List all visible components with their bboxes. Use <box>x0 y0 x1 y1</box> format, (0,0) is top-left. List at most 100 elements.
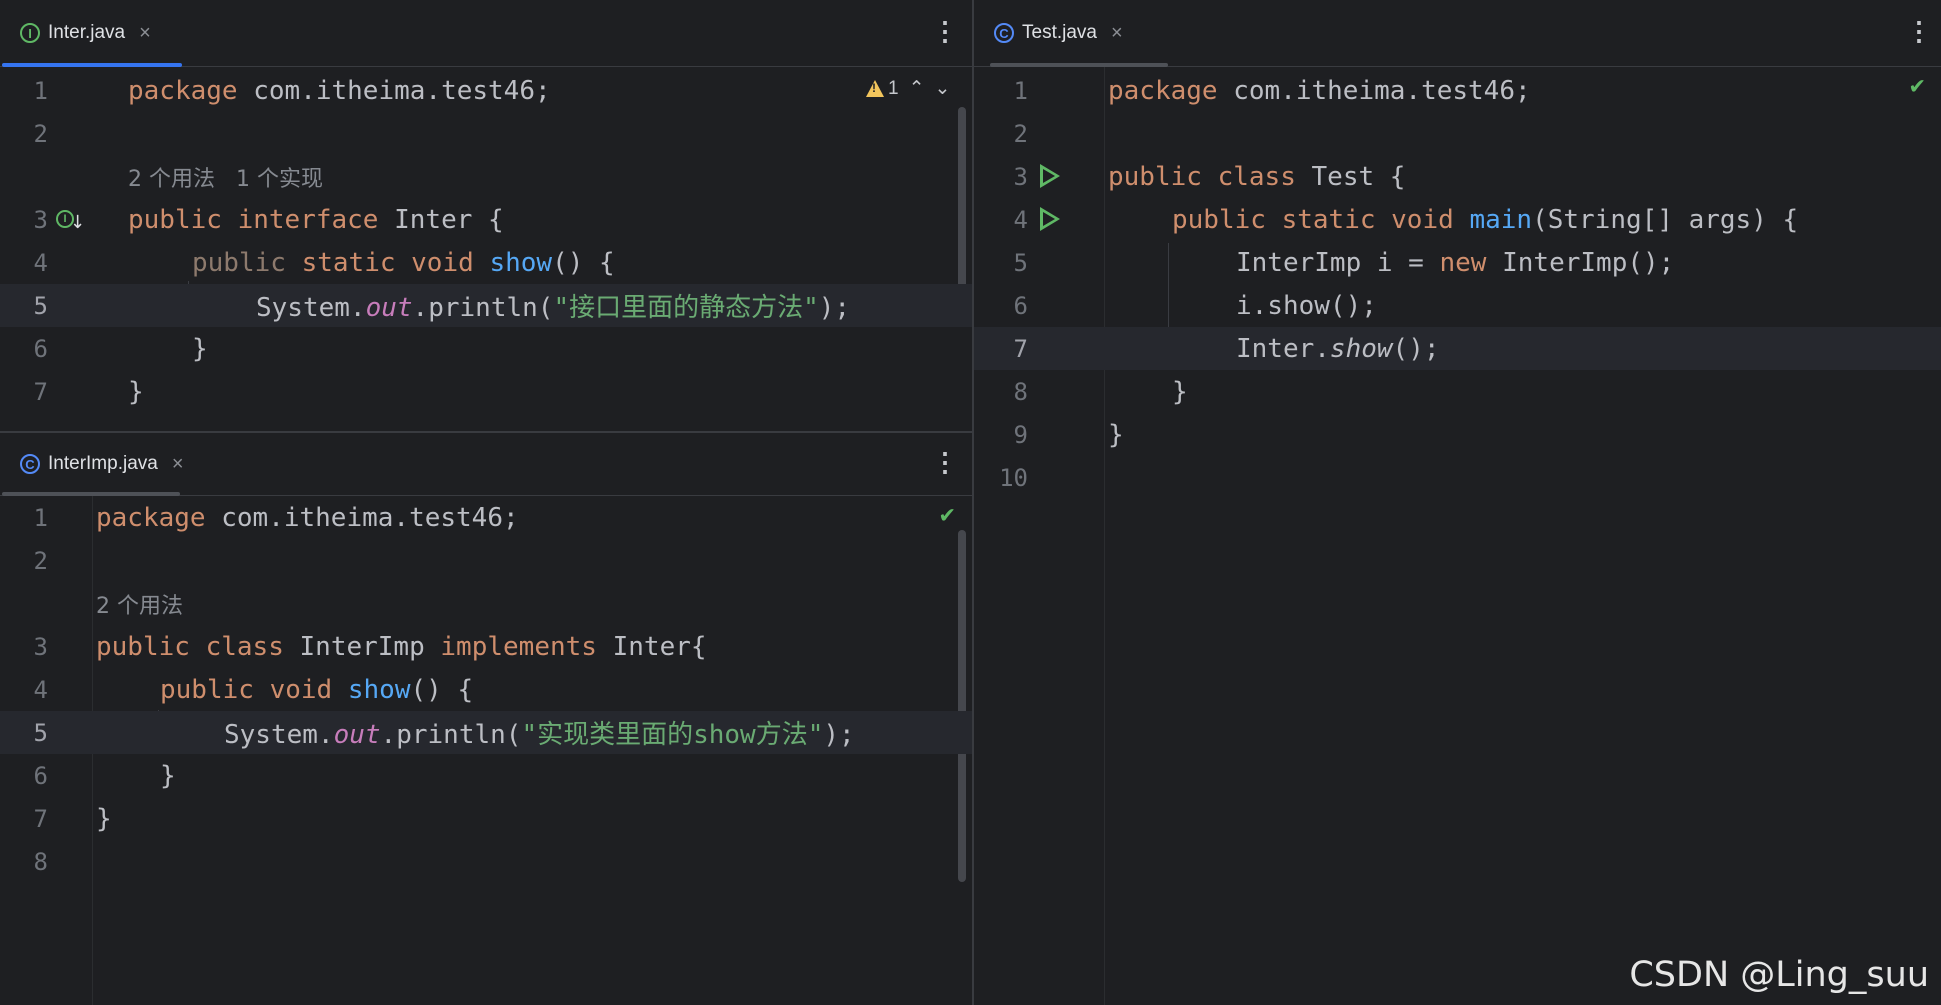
inter-tab-bar: I Inter.java × ⋮ <box>0 0 972 67</box>
code-text: } <box>1172 376 1188 407</box>
code-line: 8 } <box>974 370 1941 413</box>
code-line: 3 public class InterImp implements Inter… <box>0 625 972 668</box>
more-options-icon[interactable]: ⋮ <box>932 449 958 475</box>
code-line-current: 7 Inter.show(); <box>974 327 1941 370</box>
line-number: 2 <box>33 546 48 575</box>
usage-hint-line: 2 个用法 1 个实现 <box>0 155 972 198</box>
line-number: 10 <box>999 463 1028 492</box>
line-number: 2 <box>1013 119 1028 148</box>
class-icon: C <box>20 454 40 474</box>
code-line: 3 I ↓ public interface Inter { <box>0 198 972 241</box>
code-line: 4 public static void show() { <box>0 241 972 284</box>
line-number: 9 <box>1013 420 1028 449</box>
watermark: CSDN @Ling_suu <box>1629 955 1929 995</box>
line-number: 5 <box>33 718 48 747</box>
tab-label: Test.java <box>1022 22 1097 43</box>
run-icon[interactable] <box>1040 164 1060 188</box>
class-icon: C <box>994 23 1014 43</box>
test-editor-pane: C Test.java × ⋮ ✔ 1 package com.itheima.… <box>974 0 1941 1005</box>
code-text: public void show() { <box>160 674 474 705</box>
go-to-implementation-icon[interactable]: ↓ <box>70 212 85 233</box>
line-number: 6 <box>33 761 48 790</box>
more-options-icon[interactable]: ⋮ <box>932 18 958 44</box>
code-text: InterImp i = new InterImp(); <box>1236 247 1675 278</box>
code-text: package com.itheima.test46; <box>128 75 551 106</box>
code-line: 7 } <box>0 370 972 413</box>
run-icon[interactable] <box>1040 207 1060 231</box>
code-text: } <box>1108 419 1124 450</box>
line-number: 1 <box>33 503 48 532</box>
line-number: 7 <box>33 804 48 833</box>
line-number: 3 <box>33 205 48 234</box>
tab-inter-java[interactable]: I Inter.java × <box>0 0 167 66</box>
line-number: 6 <box>33 334 48 363</box>
code-line-current: 5 System.out.println("接口里面的静态方法"); <box>0 284 972 327</box>
tab-interimp-java[interactable]: C InterImp.java × <box>0 433 200 495</box>
code-line: 2 <box>0 112 972 155</box>
code-line: 6 } <box>0 754 972 797</box>
line-number: 6 <box>1013 291 1028 320</box>
code-line: 1 package com.itheima.test46; <box>0 496 972 539</box>
code-text: public interface Inter { <box>128 204 504 235</box>
code-line: 6 } <box>0 327 972 370</box>
code-text: Inter.show(); <box>1236 333 1440 364</box>
usage-hint-line: 2 个用法 <box>0 582 972 625</box>
line-number: 8 <box>33 847 48 876</box>
usage-hint[interactable]: 2 个用法 <box>96 588 183 620</box>
inter-code-area[interactable]: 1 ⌃ ⌄ 1 package com.itheima.test46; 2 2 … <box>0 67 972 431</box>
inter-editor-pane: I Inter.java × ⋮ 1 ⌃ ⌄ 1 package com.ith… <box>0 0 972 431</box>
line-number: 1 <box>33 76 48 105</box>
code-text: public class InterImp implements Inter{ <box>96 631 707 662</box>
close-icon[interactable]: × <box>172 453 184 476</box>
line-number: 1 <box>1013 76 1028 105</box>
tab-test-java[interactable]: C Test.java × <box>974 0 1139 66</box>
test-tab-bar: C Test.java × ⋮ <box>974 0 1941 67</box>
code-line: 6 i.show(); <box>974 284 1941 327</box>
close-icon[interactable]: × <box>1111 22 1123 45</box>
code-line: 9 } <box>974 413 1941 456</box>
interimp-tab-bar: C InterImp.java × ⋮ <box>0 433 972 496</box>
code-text: i.show(); <box>1236 290 1377 321</box>
code-line: 10 <box>974 456 1941 499</box>
line-number: 3 <box>33 632 48 661</box>
line-number: 3 <box>1013 162 1028 191</box>
code-line: 4 public void show() { <box>0 668 972 711</box>
code-text: public static void main(String[] args) { <box>1172 204 1799 235</box>
code-text: System.out.println("实现类里面的show方法"); <box>224 720 855 750</box>
code-text: } <box>96 803 112 834</box>
code-line: 5 InterImp i = new InterImp(); <box>974 241 1941 284</box>
tab-label: InterImp.java <box>48 453 158 474</box>
line-number: 5 <box>33 291 48 320</box>
close-icon[interactable]: × <box>139 22 151 45</box>
interimp-code-area[interactable]: ✔ 1 package com.itheima.test46; 2 2 个用法 … <box>0 496 972 1005</box>
code-line: 7 } <box>0 797 972 840</box>
interimp-editor-pane: C InterImp.java × ⋮ ✔ 1 package com.ithe… <box>0 433 972 1005</box>
code-text: package com.itheima.test46; <box>1108 75 1531 106</box>
line-number: 8 <box>1013 377 1028 406</box>
line-number: 5 <box>1013 248 1028 277</box>
code-line: 8 <box>0 840 972 883</box>
code-line: 1 package com.itheima.test46; <box>0 69 972 112</box>
code-line: 2 <box>974 112 1941 155</box>
line-number: 4 <box>33 248 48 277</box>
test-code-area[interactable]: ✔ 1 package com.itheima.test46; 2 3 publ… <box>974 67 1941 1005</box>
code-text: } <box>128 376 144 407</box>
usage-hint[interactable]: 2 个用法 1 个实现 <box>128 161 323 193</box>
code-text: } <box>160 760 176 791</box>
code-text: } <box>192 333 208 364</box>
line-number: 7 <box>1013 334 1028 363</box>
more-options-icon[interactable]: ⋮ <box>1906 18 1932 44</box>
code-line: 4 public static void main(String[] args)… <box>974 198 1941 241</box>
code-line: 2 <box>0 539 972 582</box>
line-number: 4 <box>1013 205 1028 234</box>
code-text: public static void show() { <box>192 247 615 278</box>
tab-label: Inter.java <box>48 22 126 43</box>
code-text: public class Test { <box>1108 161 1406 192</box>
code-text: package com.itheima.test46; <box>96 502 519 533</box>
code-line: 1 package com.itheima.test46; <box>974 69 1941 112</box>
line-number: 7 <box>33 377 48 406</box>
code-line: 3 public class Test { <box>974 155 1941 198</box>
line-number: 4 <box>33 675 48 704</box>
interface-icon: I <box>20 23 40 43</box>
code-line-current: 5 System.out.println("实现类里面的show方法"); <box>0 711 972 754</box>
